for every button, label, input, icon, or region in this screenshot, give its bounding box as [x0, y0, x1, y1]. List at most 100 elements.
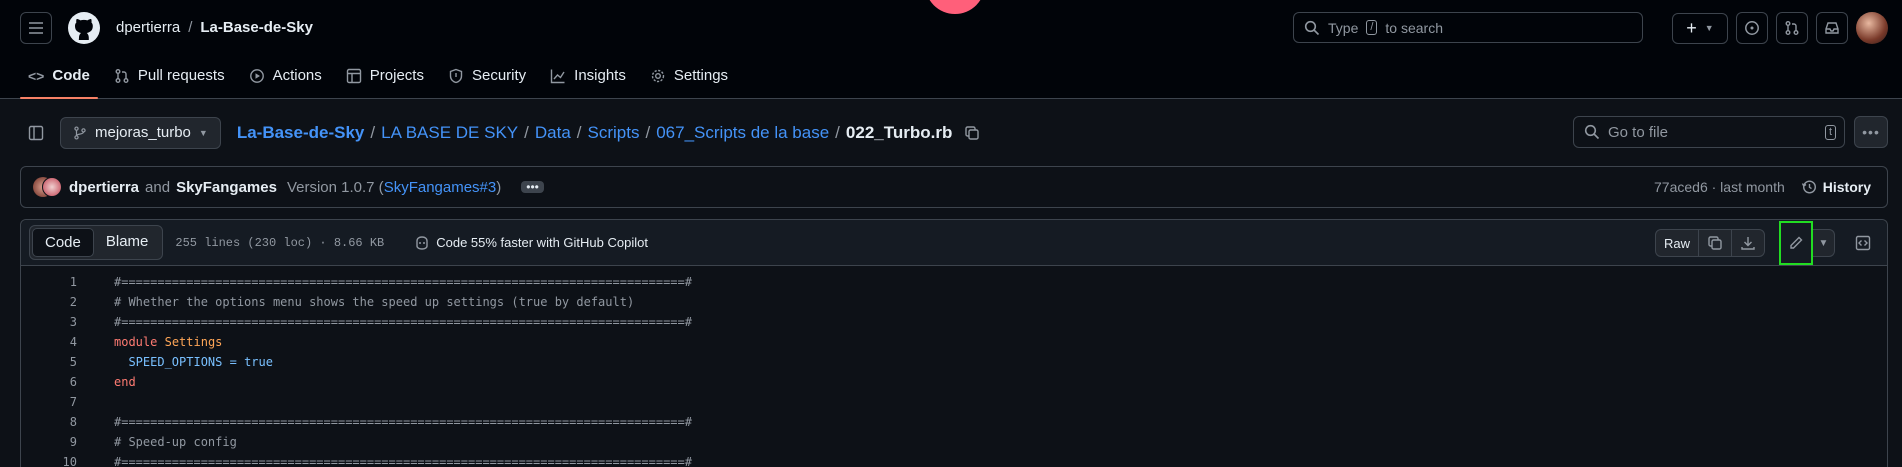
code-text: #=======================================… — [114, 315, 692, 329]
tab-label: Insights — [574, 67, 626, 84]
line-number[interactable]: 10 — [21, 455, 77, 467]
copy-path-icon[interactable] — [964, 125, 980, 141]
tab-security[interactable]: Security — [440, 67, 534, 98]
more-options-button[interactable]: ••• — [1854, 116, 1888, 148]
line-number[interactable]: 4 — [21, 335, 77, 349]
operator: = — [222, 355, 245, 369]
edit-options-dropdown[interactable]: ▼ — [1813, 229, 1835, 257]
blame-view-button[interactable]: Blame — [94, 228, 161, 257]
line-number[interactable]: 8 — [21, 415, 77, 429]
current-file-name: 022_Turbo.rb — [845, 122, 953, 142]
raw-button[interactable]: Raw — [1656, 230, 1699, 256]
code-viewer: Code Blame 255 lines (230 loc) · 8.66 KB… — [20, 219, 1888, 467]
plus-icon: + — [1686, 17, 1697, 38]
code-view-button[interactable]: Code — [32, 228, 94, 257]
commit-meta: 77aced6 · last month History — [1654, 179, 1871, 195]
breadcrumb-separator: / — [576, 122, 582, 142]
hamburger-menu-button[interactable] — [20, 11, 52, 44]
tab-projects[interactable]: Projects — [338, 67, 432, 98]
pull-request-icon — [115, 68, 129, 83]
breadcrumb-link[interactable]: LA BASE DE SKY — [381, 123, 518, 143]
line-number[interactable]: 1 — [21, 275, 77, 289]
commit-sha-link[interactable]: 77aced6 · last month — [1654, 179, 1785, 195]
code-text: #=======================================… — [114, 415, 692, 429]
repo-path: dpertierra / La-Base-de-Sky — [116, 19, 313, 36]
menu-icon — [29, 21, 43, 34]
branch-selector-button[interactable]: mejoras_turbo ▼ — [60, 116, 221, 149]
history-link[interactable]: History — [1801, 179, 1871, 195]
go-to-file-input[interactable]: Go to file t — [1573, 116, 1845, 148]
tab-pull-requests[interactable]: Pull requests — [106, 67, 233, 98]
code-lines: 1 #======================================… — [21, 266, 1887, 467]
create-new-button[interactable]: + ▼ — [1672, 12, 1728, 44]
breadcrumb-link[interactable]: Scripts — [588, 123, 640, 143]
code-text: SPEED_OPTIONS = true — [77, 355, 273, 369]
pull-request-icon — [1785, 21, 1799, 35]
chevron-down-icon: ▼ — [1704, 23, 1714, 33]
boolean-value: true — [244, 355, 273, 369]
tab-label: Code — [52, 67, 90, 84]
commit-author-link[interactable]: SkyFangames — [176, 179, 277, 196]
copilot-promo-link[interactable]: Code 55% faster with GitHub Copilot — [414, 235, 648, 251]
code-text: module Settings — [77, 335, 222, 349]
breadcrumb-link[interactable]: Data — [535, 123, 571, 143]
line-number[interactable]: 6 — [21, 375, 77, 389]
commit-author-link[interactable]: dpertierra — [69, 179, 139, 196]
tab-label: Security — [471, 67, 527, 84]
inbox-button[interactable] — [1816, 12, 1848, 44]
user-avatar[interactable] — [1856, 12, 1888, 44]
go-to-file-shortcut: t — [1824, 124, 1836, 140]
repo-name-link[interactable]: La-Base-de-Sky — [200, 19, 313, 36]
breadcrumb-repo-link[interactable]: La-Base-de-Sky — [237, 123, 365, 143]
tab-label: Actions — [272, 67, 322, 84]
symbols-panel-button[interactable] — [1849, 229, 1877, 257]
tab-actions[interactable]: Actions — [241, 67, 330, 98]
copy-icon — [1708, 236, 1722, 250]
commit-expand-button[interactable]: ••• — [521, 181, 544, 193]
copy-raw-button[interactable] — [1699, 230, 1732, 256]
history-label: History — [1822, 179, 1871, 195]
table-icon — [346, 68, 361, 83]
search-input[interactable]: Type / to search — [1293, 12, 1643, 43]
kebab-horizontal-icon: ••• — [1862, 124, 1880, 140]
pencil-icon — [1790, 236, 1803, 249]
file-size-info: 255 lines (230 loc) · 8.66 KB — [175, 235, 385, 250]
gear-icon — [651, 69, 665, 82]
sidebar-toggle-button[interactable] — [20, 117, 52, 149]
issue-icon — [1745, 21, 1759, 35]
play-icon — [249, 68, 264, 83]
breadcrumb-link[interactable]: 067_Scripts de la base — [656, 123, 829, 143]
line-number[interactable]: 3 — [21, 315, 77, 329]
download-raw-button[interactable] — [1732, 230, 1764, 256]
commit-summary: dpertierra and SkyFangames Version 1.0.7… — [69, 179, 544, 196]
commit-avatars — [33, 177, 62, 197]
repo-owner-link[interactable]: dpertierra — [116, 19, 180, 36]
line-number[interactable]: 2 — [21, 295, 77, 309]
code-line: 7 — [21, 392, 1887, 412]
tab-settings[interactable]: Settings — [642, 67, 736, 98]
code-square-icon — [1855, 235, 1871, 251]
commit-message[interactable]: Version 1.0.7 (SkyFangames#3) — [287, 179, 501, 196]
sidebar-expand-icon — [28, 125, 44, 140]
module-name: Settings — [164, 335, 223, 349]
commit-reference-link[interactable]: SkyFangames#3 — [384, 179, 497, 196]
copilot-icon — [416, 235, 428, 250]
avatar[interactable] — [42, 177, 62, 197]
code-line: 10 #=====================================… — [21, 452, 1887, 467]
code-toolbar: Code Blame 255 lines (230 loc) · 8.66 KB… — [21, 220, 1887, 266]
line-number[interactable]: 9 — [21, 435, 77, 449]
pull-requests-button[interactable] — [1776, 12, 1808, 44]
inbox-icon — [1825, 22, 1839, 34]
line-number[interactable]: 5 — [21, 355, 77, 369]
tab-label: Projects — [369, 67, 424, 84]
line-number[interactable]: 7 — [21, 395, 77, 409]
branch-name: mejoras_turbo — [95, 124, 191, 141]
search-icon — [1304, 20, 1320, 35]
github-logo-icon[interactable] — [68, 11, 100, 44]
edit-file-button[interactable] — [1779, 221, 1813, 265]
tab-insights[interactable]: Insights — [542, 67, 634, 98]
file-actions: Raw ▼ — [1654, 221, 1877, 265]
code-text: # Speed-up config — [114, 435, 237, 449]
tab-code[interactable]: <> Code — [20, 67, 98, 99]
issues-button[interactable] — [1736, 12, 1768, 44]
